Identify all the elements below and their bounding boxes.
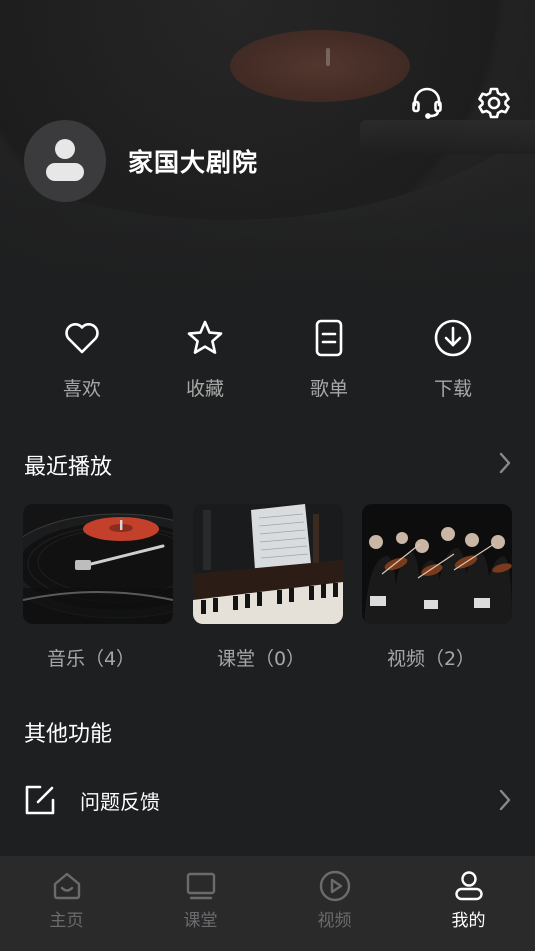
tonearm-backdrop [360,120,535,154]
profile-name[interactable]: 家国大剧院 [128,143,258,179]
tab-label: 视频 [317,911,352,931]
heart-icon [65,323,99,354]
piano-sheet-music-thumbnail [193,504,343,624]
tab-video[interactable]: 视频 [268,856,401,951]
download-circle-icon [434,319,472,357]
recent-card-music[interactable] [23,504,173,624]
tab-class[interactable]: 课堂 [134,856,267,951]
recent-card-video[interactable] [362,504,512,624]
chevron-right-icon [499,789,511,811]
quick-action-label: 下载 [433,378,472,400]
recent-card-class[interactable] [193,504,343,624]
tab-home[interactable]: 主页 [0,856,133,951]
feedback-label: 问题反馈 [80,790,160,814]
orchestra-violins-thumbnail [362,504,512,624]
quick-action-label: 喜欢 [62,378,101,400]
quick-action-like[interactable]: 喜欢 [32,318,132,401]
user-avatar-icon [46,139,84,181]
recent-label-music[interactable]: 音乐（4） [6,644,176,671]
spindle-backdrop [326,48,330,66]
feedback-row[interactable]: 问题反馈 [0,774,535,826]
star-icon [187,320,223,354]
play-circle-icon [319,870,350,902]
quick-action-download[interactable]: 下载 [403,318,503,401]
avatar[interactable] [24,120,106,202]
recent-label-video[interactable]: 视频（2） [346,644,516,671]
quick-action-label: 收藏 [185,378,224,400]
bottom-tab-bar: 主页 课堂 视频 我的 [0,856,535,951]
screen-icon [186,872,215,900]
quick-action-favorite[interactable]: 收藏 [155,318,255,401]
recent-label-class[interactable]: 课堂（0） [176,644,346,671]
quick-action-playlist[interactable]: 歌单 [279,318,379,401]
headset-icon[interactable] [410,86,444,120]
tab-label: 课堂 [183,911,218,931]
edit-square-icon [25,785,55,815]
tab-label: 我的 [451,911,486,931]
recent-section-title: 最近播放 [24,455,113,480]
home-icon [53,872,80,900]
tab-mine[interactable]: 我的 [402,856,535,951]
playlist-doc-icon [315,319,343,357]
quick-action-label: 歌单 [309,378,348,400]
other-section-title: 其他功能 [24,722,113,747]
person-icon [454,871,483,901]
vinyl-label-backdrop [230,30,410,102]
gear-icon[interactable] [477,86,511,120]
chevron-right-icon[interactable] [497,451,513,475]
turntable-record-thumbnail [23,504,173,624]
quick-actions: 喜欢 收藏 歌单 下载 [0,318,535,418]
tab-label: 主页 [49,911,84,931]
